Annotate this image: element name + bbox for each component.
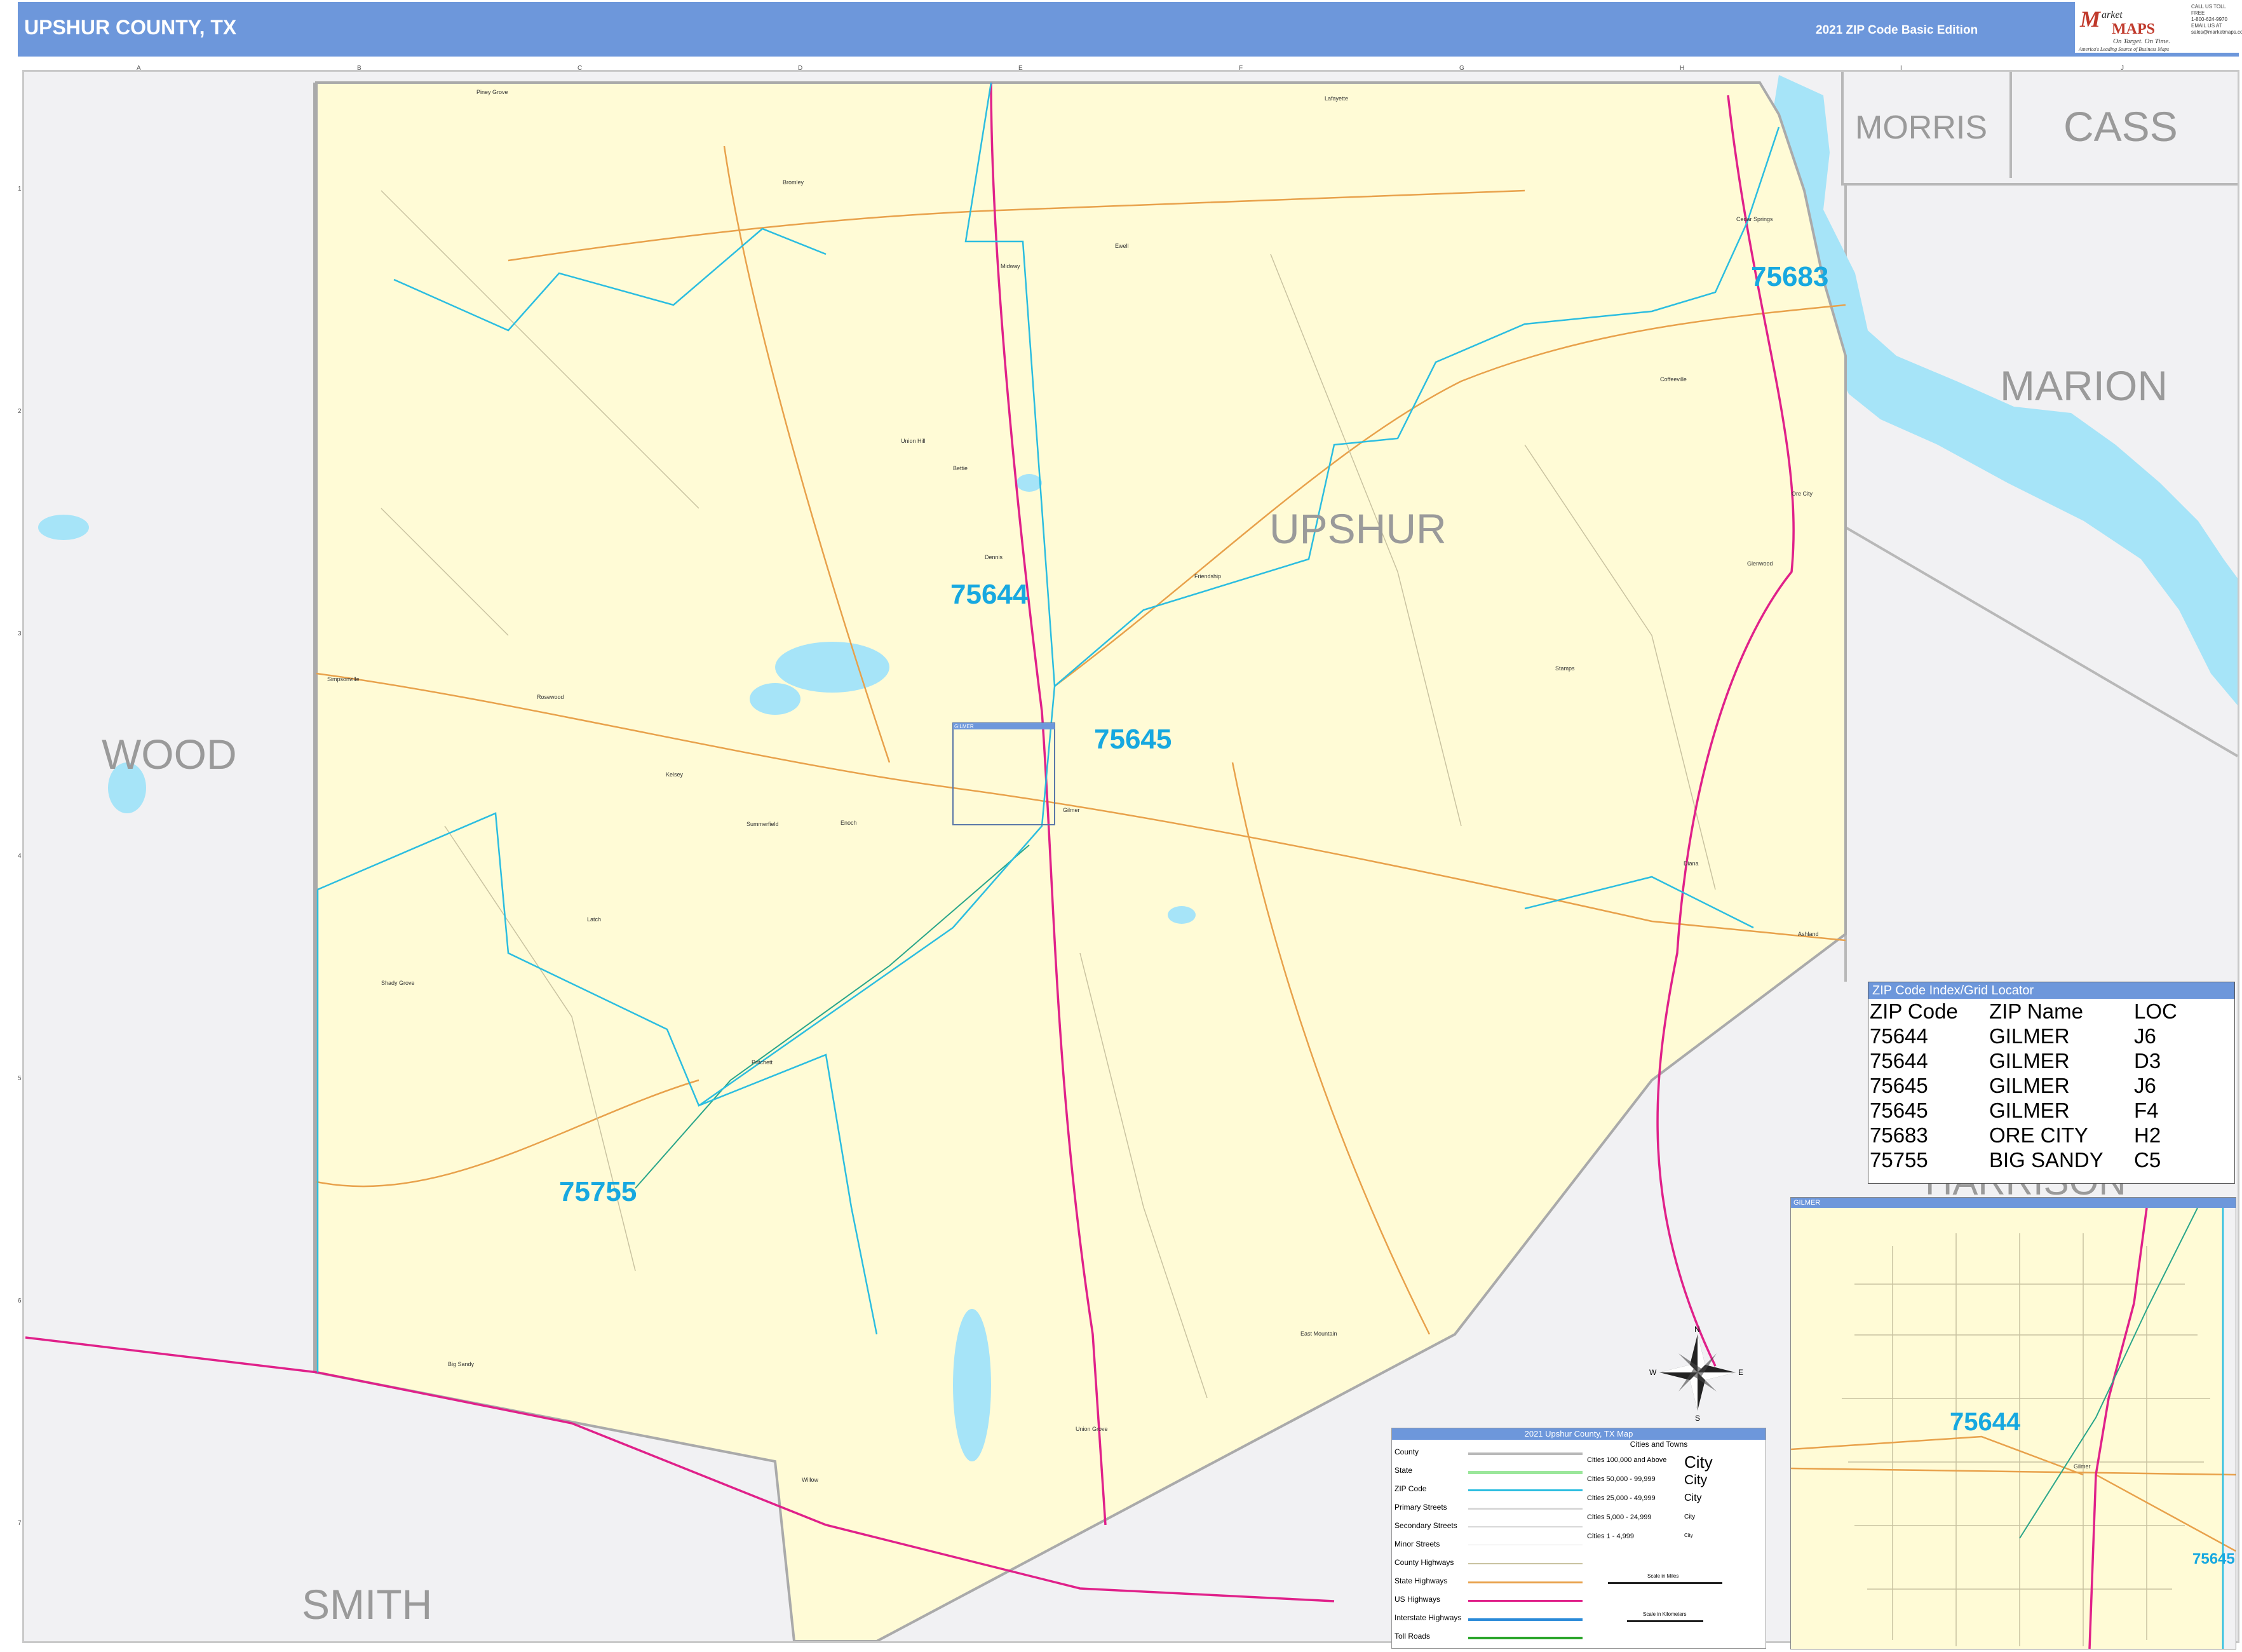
legend-city-class: Cities 25,000 - 49,999 bbox=[1587, 1494, 1656, 1502]
legend-scale-km-bar bbox=[1627, 1620, 1703, 1622]
legend-swatch-county-hwy bbox=[1468, 1563, 1583, 1564]
legend-city-sample: City bbox=[1684, 1473, 1708, 1487]
table-row[interactable]: 75755 BIG SANDY C5 bbox=[1870, 1148, 2177, 1172]
zip-index-col: ZIP Name bbox=[1989, 999, 2083, 1023]
zip-loc-cell: F4 bbox=[2134, 1099, 2159, 1122]
zip-index-col: LOC bbox=[2134, 999, 2177, 1023]
legend-swatch-toll bbox=[1468, 1637, 1583, 1639]
table-row[interactable]: 75644 GILMER J6 bbox=[1870, 1024, 2177, 1048]
legend-city-sample: City bbox=[1684, 1493, 1702, 1503]
zip-code-cell: 75644 bbox=[1870, 1024, 1928, 1048]
gilmer-inset-map[interactable]: GILMER 75644 75645 Gilmer bbox=[1790, 1197, 2236, 1649]
legend-item-state-hwy: State Highways bbox=[1394, 1576, 1448, 1585]
zip-index-header: ZIP Code Index/Grid Locator bbox=[1868, 982, 2234, 999]
zip-index-table: ZIP Code Index/Grid Locator ZIP Code ZIP… bbox=[1868, 982, 2235, 1184]
table-row[interactable]: 75683 ORE CITY H2 bbox=[1870, 1123, 2177, 1148]
grid-row-6: 6 bbox=[18, 1297, 22, 1304]
grid-row-4: 4 bbox=[18, 853, 22, 860]
zip-index-grid: ZIP Code ZIP Name LOC 75644 GILMER J6 75… bbox=[1870, 999, 2177, 1172]
legend-swatch-secondary bbox=[1468, 1526, 1583, 1527]
legend-swatch-interstate bbox=[1468, 1618, 1583, 1621]
map-legend: 2021 Upshur County, TX Map Cities and To… bbox=[1391, 1428, 1766, 1649]
legend-cities-heading: Cities and Towns bbox=[1630, 1440, 1688, 1449]
legend-item-county-hwy: County Highways bbox=[1394, 1558, 1454, 1567]
zip-name-cell: BIG SANDY bbox=[1989, 1148, 2104, 1172]
zip-name-cell: ORE CITY bbox=[1989, 1123, 2088, 1147]
legend-item-us-hwy: US Highways bbox=[1394, 1595, 1441, 1604]
legend-city-sample: City bbox=[1684, 1452, 1713, 1472]
zip-code-cell: 75755 bbox=[1870, 1148, 1928, 1172]
legend-item-toll: Toll Roads bbox=[1394, 1632, 1431, 1641]
legend-city-class: Cities 100,000 and Above bbox=[1587, 1456, 1667, 1464]
grid-row-5: 5 bbox=[18, 1075, 22, 1082]
inset-svg: 75644 75645 Gilmer bbox=[1791, 1208, 2236, 1649]
zip-name-cell: GILMER bbox=[1989, 1024, 2070, 1048]
legend-swatch-zip bbox=[1468, 1489, 1583, 1491]
zip-loc-cell: J6 bbox=[2134, 1024, 2156, 1048]
grid-row-3: 3 bbox=[18, 630, 22, 637]
zip-name-cell: GILMER bbox=[1989, 1049, 2070, 1073]
legend-swatch-us-hwy bbox=[1468, 1600, 1583, 1602]
legend-item-state: State bbox=[1394, 1466, 1413, 1475]
legend-item-minor: Minor Streets bbox=[1394, 1540, 1440, 1548]
zip-loc-cell: H2 bbox=[2134, 1123, 2161, 1147]
legend-city-class: Cities 50,000 - 99,999 bbox=[1587, 1475, 1656, 1483]
zip-code-cell: 75645 bbox=[1870, 1099, 1928, 1122]
legend-city-sample: City bbox=[1684, 1533, 1693, 1538]
legend-city-class: Cities 1 - 4,999 bbox=[1587, 1533, 1634, 1540]
legend-swatch-primary bbox=[1468, 1508, 1583, 1510]
zip-loc-cell: D3 bbox=[2134, 1049, 2161, 1073]
legend-swatch-state-hwy bbox=[1468, 1581, 1583, 1583]
legend-swatch-county bbox=[1468, 1452, 1583, 1455]
legend-item-interstate: Interstate Highways bbox=[1394, 1613, 1462, 1622]
legend-scale-miles-label: Scale in Miles bbox=[1647, 1573, 1679, 1579]
inset-zip-label-75644: 75644 bbox=[1950, 1408, 2021, 1436]
zip-loc-cell: J6 bbox=[2134, 1074, 2156, 1097]
legend-item-county: County bbox=[1394, 1447, 1419, 1456]
grid-row-2: 2 bbox=[18, 408, 22, 415]
legend-title: 2021 Upshur County, TX Map bbox=[1392, 1428, 1766, 1440]
table-row[interactable]: 75645 GILMER J6 bbox=[1870, 1073, 2177, 1098]
legend-item-primary: Primary Streets bbox=[1394, 1503, 1447, 1512]
inset-town-label: Gilmer bbox=[2074, 1463, 2091, 1470]
grid-row-1: 1 bbox=[18, 186, 22, 193]
zip-name-cell: GILMER bbox=[1989, 1074, 2070, 1097]
zip-code-cell: 75645 bbox=[1870, 1074, 1928, 1097]
legend-item-zip: ZIP Code bbox=[1394, 1484, 1427, 1493]
zip-index-col: ZIP Code bbox=[1870, 999, 1958, 1023]
zip-loc-cell: C5 bbox=[2134, 1148, 2161, 1172]
legend-scale-miles-bar bbox=[1608, 1582, 1722, 1584]
grid-row-7: 7 bbox=[18, 1520, 22, 1527]
legend-city-sample: City bbox=[1684, 1513, 1696, 1520]
legend-city-class: Cities 5,000 - 24,999 bbox=[1587, 1513, 1652, 1521]
legend-item-secondary: Secondary Streets bbox=[1394, 1521, 1457, 1530]
zip-code-cell: 75644 bbox=[1870, 1049, 1928, 1073]
zip-code-cell: 75683 bbox=[1870, 1123, 1928, 1147]
table-row[interactable]: 75645 GILMER F4 bbox=[1870, 1098, 2177, 1123]
zip-name-cell: GILMER bbox=[1989, 1099, 2070, 1122]
inset-header: GILMER bbox=[1791, 1198, 2236, 1208]
inset-zip-label-75645: 75645 bbox=[2192, 1550, 2235, 1567]
zip-index-head-row: ZIP Code ZIP Name LOC bbox=[1870, 999, 2177, 1024]
table-row[interactable]: 75644 GILMER D3 bbox=[1870, 1048, 2177, 1073]
legend-scale-km-label: Scale in Kilometers bbox=[1643, 1611, 1687, 1617]
legend-swatch-state bbox=[1468, 1471, 1583, 1474]
